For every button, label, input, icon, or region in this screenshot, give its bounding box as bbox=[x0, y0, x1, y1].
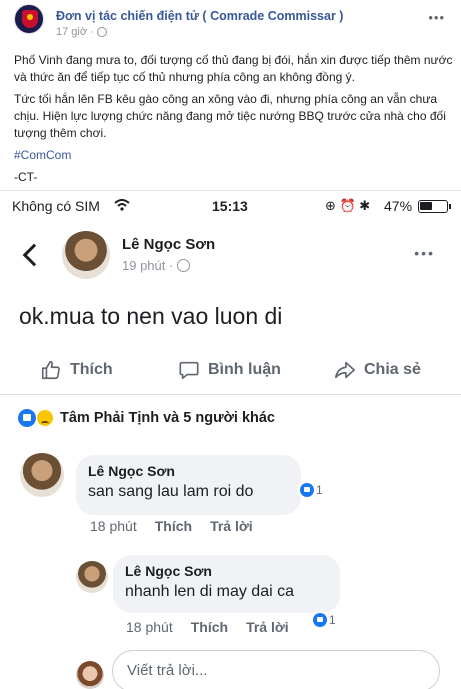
carrier-label: Không có SIM bbox=[12, 198, 100, 214]
post-timestamp[interactable]: 17 giờ · bbox=[56, 26, 107, 38]
author-avatar[interactable] bbox=[62, 231, 110, 279]
comment-like-button[interactable]: Thích bbox=[155, 518, 192, 534]
reply-reply-button[interactable]: Trả lời bbox=[246, 619, 289, 635]
like-reaction-icon bbox=[313, 613, 327, 627]
status-clock: 15:13 bbox=[212, 198, 248, 214]
reply-meta: 18 phút Thích Trả lời bbox=[126, 619, 289, 635]
comment-button[interactable]: Bình luận bbox=[178, 359, 281, 381]
comment-bubble: Lê Ngọc Sơn san sang lau lam roi do bbox=[76, 455, 301, 515]
back-chevron-icon[interactable] bbox=[22, 243, 46, 267]
reactions-text: Tâm Phải Tịnh và 5 người khác bbox=[60, 410, 276, 426]
globe-icon bbox=[177, 259, 191, 272]
comment-reply-button[interactable]: Trả lời bbox=[210, 518, 253, 534]
reactions-summary[interactable]: Tâm Phải Tịnh và 5 người khác bbox=[18, 409, 275, 427]
comment-author[interactable]: Lê Ngọc Sơn bbox=[88, 463, 289, 479]
like-label: Thích bbox=[70, 361, 113, 378]
reply-bubble: Lê Ngọc Sơn nhanh len di may dai ca bbox=[113, 555, 340, 613]
post-header: Đơn vị tác chiến điện tử ( Comrade Commi… bbox=[0, 0, 461, 42]
comment-label: Bình luận bbox=[208, 361, 281, 378]
comment-time: 18 phút bbox=[90, 518, 137, 534]
comment-icon bbox=[179, 361, 199, 380]
like-button[interactable]: Thích bbox=[40, 359, 113, 381]
comment-meta: 18 phút Thích Trả lời bbox=[90, 518, 253, 534]
inner-post-time-text: 19 phút · bbox=[122, 258, 174, 273]
status-bar: Không có SIM 15:13 ⊕ ⏰ ✱ 47% bbox=[0, 191, 461, 221]
battery-icon bbox=[418, 200, 451, 213]
comment-like-count[interactable]: 1 bbox=[297, 482, 326, 498]
wifi-icon bbox=[114, 199, 130, 211]
reply-like-count[interactable]: 1 bbox=[310, 612, 339, 628]
share-label: Chia sẻ bbox=[364, 361, 421, 378]
post-body: Phố Vinh đang mưa to, đối tượng cố thủ đ… bbox=[14, 52, 454, 191]
like-reaction-icon bbox=[18, 409, 36, 427]
inner-post-text: ok.mua to nen vao luon di bbox=[19, 303, 283, 329]
hashtag-link[interactable]: #ComCom bbox=[14, 147, 454, 164]
reply-text: nhanh len di may dai ca bbox=[125, 583, 294, 600]
commenter-avatar[interactable] bbox=[20, 453, 64, 497]
status-icons: ⊕ ⏰ ✱ bbox=[325, 198, 371, 213]
author-name[interactable]: Lê Ngọc Sơn bbox=[122, 236, 215, 253]
like-reaction-icon bbox=[300, 483, 314, 497]
current-user-avatar bbox=[76, 661, 104, 689]
share-button[interactable]: Chia sẻ bbox=[334, 359, 421, 381]
post-time-text: 17 giờ · bbox=[56, 26, 94, 38]
page-name-link[interactable]: Đơn vị tác chiến điện tử ( Comrade Commi… bbox=[56, 9, 343, 23]
post-options-button[interactable]: ••• bbox=[428, 10, 445, 25]
reply-time: 18 phút bbox=[126, 619, 173, 635]
inner-post-timestamp: 19 phút · bbox=[122, 258, 191, 273]
emblem-icon bbox=[22, 10, 38, 28]
reply-input[interactable]: Viết trả lời... bbox=[112, 650, 440, 689]
globe-icon bbox=[96, 27, 107, 37]
reply-like-button[interactable]: Thích bbox=[191, 619, 228, 635]
reply-author-avatar[interactable] bbox=[76, 561, 108, 593]
page-avatar[interactable] bbox=[14, 4, 44, 34]
battery-fill bbox=[420, 202, 432, 210]
like-count: 1 bbox=[329, 613, 336, 627]
post-paragraph: Phố Vinh đang mưa to, đối tượng cố thủ đ… bbox=[14, 53, 453, 84]
comment-text: san sang lau lam roi do bbox=[88, 483, 254, 500]
attached-screenshot[interactable]: Không có SIM 15:13 ⊕ ⏰ ✱ 47% Lê Ngọc Sơn… bbox=[0, 190, 461, 689]
inner-post-options-button[interactable]: ••• bbox=[414, 245, 435, 261]
post-paragraph: Tức tối hắn lên FB kêu gào công an xông … bbox=[14, 92, 446, 140]
like-count: 1 bbox=[316, 483, 323, 497]
action-bar: Thích Bình luận Chia sẻ bbox=[0, 351, 461, 395]
battery-percent: 47% bbox=[384, 198, 413, 214]
thumbs-up-icon bbox=[41, 360, 60, 380]
reply-author[interactable]: Lê Ngọc Sơn bbox=[125, 563, 328, 579]
post-signature: -CT- bbox=[14, 170, 38, 184]
sad-reaction-icon bbox=[36, 409, 54, 427]
share-arrow-icon bbox=[335, 361, 355, 379]
